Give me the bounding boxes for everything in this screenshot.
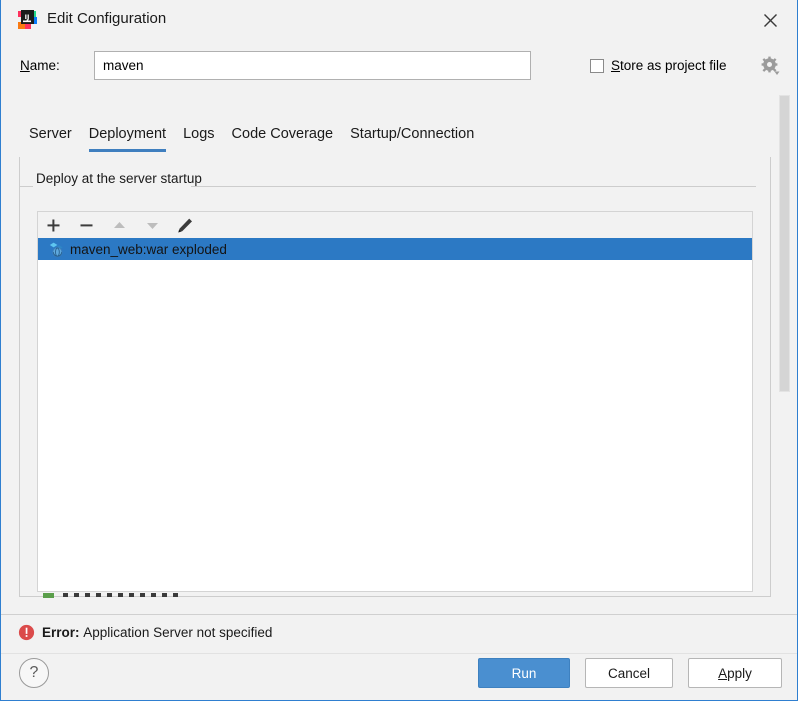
tab-server[interactable]: Server <box>29 126 72 152</box>
edit-configuration-dialog: IJ Edit Configuration Name: Store as pro… <box>0 0 798 701</box>
apply-button[interactable]: Apply <box>688 658 782 688</box>
gear-icon[interactable] <box>761 56 783 76</box>
move-up-button[interactable] <box>106 214 132 237</box>
error-bar: Error: Application Server not specified <box>1 615 797 653</box>
edit-button[interactable] <box>172 214 198 237</box>
deployment-list[interactable]: maven_web:war exploded <box>37 238 753 592</box>
svg-text:IJ: IJ <box>25 13 30 21</box>
title-bar: IJ Edit Configuration <box>1 0 797 40</box>
deployment-list-toolbar <box>37 211 753 238</box>
list-item-label: maven_web:war exploded <box>70 241 227 257</box>
clipped-checkbox <box>43 593 54 598</box>
store-as-project-file-label[interactable]: Store as project file <box>611 58 727 73</box>
tab-startup-connection[interactable]: Startup/Connection <box>350 126 474 152</box>
panel-border-segment <box>19 186 33 187</box>
configuration-tabs: Server Deployment Logs Code Coverage Sta… <box>29 126 491 156</box>
cancel-button[interactable]: Cancel <box>585 658 673 688</box>
clipped-content-row <box>37 593 753 599</box>
error-prefix: Error: <box>42 625 80 640</box>
dialog-footer: ? Run Cancel Apply <box>1 653 797 700</box>
apply-mnemonic: A <box>718 665 728 681</box>
clipped-text <box>63 593 183 597</box>
add-button[interactable] <box>40 214 66 237</box>
list-item[interactable]: maven_web:war exploded <box>38 238 752 260</box>
remove-button[interactable] <box>73 214 99 237</box>
store-as-project-file-checkbox[interactable] <box>590 59 604 73</box>
name-input[interactable] <box>94 51 531 80</box>
vertical-scrollbar-thumb[interactable] <box>779 95 790 392</box>
configuration-content-scroll: Server Deployment Logs Code Coverage Sta… <box>1 92 797 611</box>
name-label-mnemonic: N <box>20 58 30 73</box>
name-label: Name: <box>20 58 60 73</box>
panel-title-rule <box>191 186 756 187</box>
error-message: Error: Application Server not specified <box>42 625 272 640</box>
artifact-icon <box>48 241 65 258</box>
store-label-rest: tore as project file <box>620 58 727 73</box>
help-button[interactable]: ? <box>19 658 49 688</box>
store-label-mnemonic: S <box>611 58 621 73</box>
error-detail: Application Server not specified <box>83 625 273 640</box>
apply-rest: pply <box>727 665 752 681</box>
name-label-rest: ame: <box>29 58 60 73</box>
dialog-title: Edit Configuration <box>47 10 167 27</box>
tab-deployment[interactable]: Deployment <box>88 126 167 152</box>
tab-logs[interactable]: Logs <box>183 126 214 152</box>
tab-code-coverage[interactable]: Code Coverage <box>232 126 334 152</box>
vertical-scrollbar[interactable] <box>778 92 791 611</box>
close-icon[interactable] <box>755 6 785 34</box>
run-button[interactable]: Run <box>478 658 570 688</box>
error-icon <box>18 624 35 641</box>
intellij-idea-icon: IJ <box>16 9 38 31</box>
move-down-button[interactable] <box>139 214 165 237</box>
deploy-group-title: Deploy at the server startup <box>36 171 210 186</box>
